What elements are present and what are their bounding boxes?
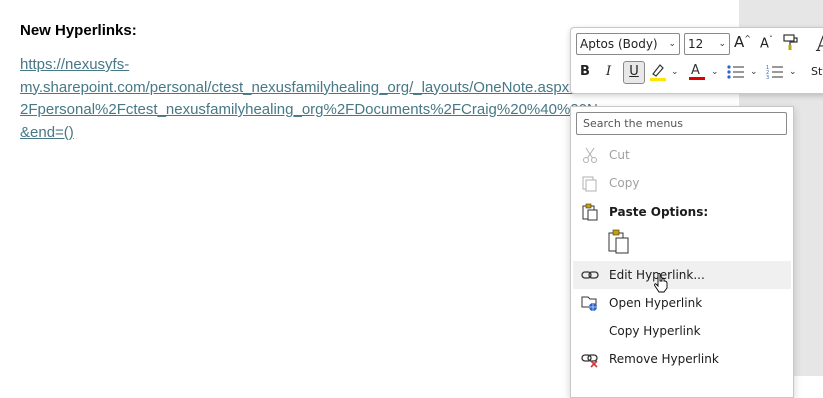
chevron-down-icon[interactable]: ⌄ <box>789 67 797 77</box>
document-body: New Hyperlinks: https://nexusyfs- my.sha… <box>20 20 640 144</box>
link-icon <box>581 271 599 279</box>
menu-item-label: Open Hyperlink <box>609 296 703 310</box>
svg-text:A: A <box>691 63 700 78</box>
menu-item-edit-hyperlink[interactable]: Edit Hyperlink... <box>573 261 791 289</box>
mouse-pointer-icon <box>654 273 668 293</box>
paste-icon <box>582 203 598 221</box>
menu-item-cut[interactable]: Cut <box>573 141 791 169</box>
shrink-font-button[interactable]: Aˇ <box>760 35 773 51</box>
numbering-button[interactable]: 123 <box>766 64 784 84</box>
menu-item-label: Copy <box>609 176 640 190</box>
chevron-down-icon[interactable]: ⌄ <box>711 67 719 77</box>
hyperlink-line[interactable]: https://nexusyfs- <box>20 54 640 77</box>
font-color-button[interactable]: A <box>688 61 706 85</box>
font-name-value: Aptos (Body) <box>580 37 658 51</box>
menu-item-remove-hyperlink[interactable]: Remove Hyperlink <box>573 345 791 373</box>
bold-button[interactable]: B <box>580 64 590 79</box>
chevron-down-icon: ⌄ <box>718 39 726 49</box>
hyperlink-line[interactable]: &end=() <box>20 122 640 145</box>
chevron-down-icon[interactable]: ⌄ <box>750 67 758 77</box>
open-hyperlink-icon <box>581 296 597 311</box>
styles-icon[interactable]: A <box>816 32 823 56</box>
menu-item-label: Cut <box>609 148 630 162</box>
chevron-down-icon[interactable]: ⌄ <box>671 67 679 77</box>
paste-options-header: Paste Options: <box>573 198 791 226</box>
menu-item-copy[interactable]: Copy <box>573 169 791 197</box>
format-painter-button[interactable] <box>783 33 799 55</box>
highlight-button[interactable] <box>649 62 667 86</box>
copy-icon <box>582 176 597 192</box>
paste-keep-text-button[interactable] <box>607 229 633 255</box>
mini-toolbar: Aptos (Body) ⌄ 12 ⌄ A^ Aˇ B I U ⌄ A ⌄ ⌄ … <box>570 27 823 94</box>
menu-item-label: Remove Hyperlink <box>609 352 719 366</box>
paintbrush-icon <box>783 34 798 50</box>
svg-text:3: 3 <box>766 75 769 80</box>
grow-font-button[interactable]: A^ <box>734 33 751 51</box>
bullets-button[interactable] <box>727 64 745 84</box>
chevron-down-icon: ⌄ <box>668 39 676 49</box>
highlighter-icon <box>650 64 666 81</box>
font-color-icon: A <box>689 63 705 80</box>
scissors-icon <box>583 147 597 163</box>
doc-heading: New Hyperlinks: <box>20 22 137 39</box>
hyperlink-line[interactable]: 2Fpersonal%2Fctest_nexusfamilyhealing_or… <box>20 99 640 122</box>
context-menu: Search the menus Cut Copy Paste Options:… <box>570 106 794 398</box>
styles-label[interactable]: Sty <box>811 65 823 78</box>
menu-item-copy-hyperlink[interactable]: Copy Hyperlink <box>573 317 791 345</box>
menu-item-open-hyperlink[interactable]: Open Hyperlink <box>573 289 791 317</box>
hyperlink-line[interactable]: my.sharepoint.com/personal/ctest_nexusfa… <box>20 77 640 100</box>
menu-item-label: Paste Options: <box>609 205 709 219</box>
remove-link-icon <box>581 354 598 368</box>
menu-item-label: Copy Hyperlink <box>609 324 701 338</box>
paste-keep-text-icon <box>608 229 629 254</box>
font-size-value: 12 <box>688 37 704 51</box>
hyperlink-text[interactable]: https://nexusyfs- my.sharepoint.com/pers… <box>20 54 640 144</box>
search-menus-input[interactable]: Search the menus <box>576 112 787 135</box>
font-size-dropdown[interactable]: 12 ⌄ <box>684 33 730 55</box>
font-name-dropdown[interactable]: Aptos (Body) ⌄ <box>576 33 680 55</box>
numbered-list-icon: 123 <box>766 65 783 81</box>
underline-button[interactable]: U <box>623 61 645 84</box>
bullet-list-icon <box>727 65 744 79</box>
italic-button[interactable]: I <box>606 64 611 79</box>
